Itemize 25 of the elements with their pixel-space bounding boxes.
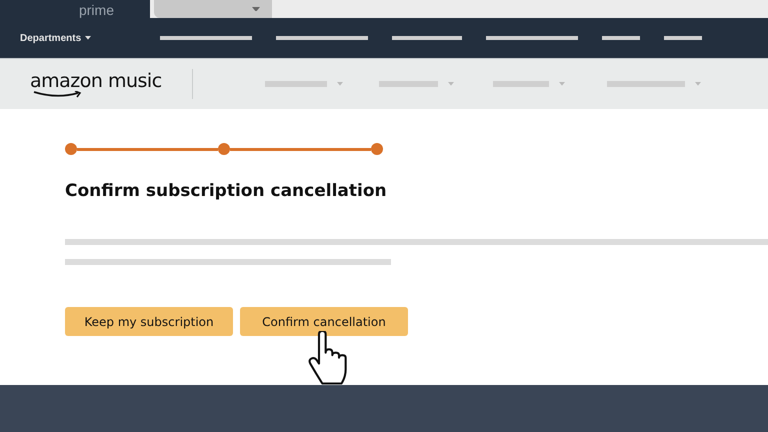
nav-link-placeholder[interactable] xyxy=(160,36,252,40)
logo[interactable]: prime xyxy=(0,0,150,18)
action-button[interactable]: Keep my subscription xyxy=(65,307,233,336)
smile-icon xyxy=(32,90,84,98)
nav-link-placeholder[interactable] xyxy=(602,36,640,40)
nav-link-placeholder[interactable] xyxy=(392,36,462,40)
menu-placeholder[interactable] xyxy=(379,81,438,87)
menu-placeholder[interactable] xyxy=(607,81,685,87)
caret-icon xyxy=(559,82,565,86)
caret-icon xyxy=(448,82,454,86)
caret-icon xyxy=(695,82,701,86)
caret-icon xyxy=(85,36,92,40)
page-title: Confirm subscription cancellation xyxy=(65,181,388,201)
logo-text: prime xyxy=(78,2,114,18)
search-category-dropdown[interactable] xyxy=(154,0,272,18)
nav-link-placeholder[interactable] xyxy=(664,36,702,40)
nav-link-placeholder[interactable] xyxy=(276,36,368,40)
menu-placeholder[interactable] xyxy=(493,81,549,87)
amazon-music-logo[interactable]: amazon music xyxy=(30,70,162,90)
nav-link-placeholder[interactable] xyxy=(486,36,578,40)
departments-menu[interactable]: Departments xyxy=(20,32,160,44)
action-button[interactable]: Confirm cancellation xyxy=(240,307,408,336)
menu-placeholder[interactable] xyxy=(265,81,327,87)
caret-icon xyxy=(337,82,343,86)
caret-icon xyxy=(252,6,260,12)
